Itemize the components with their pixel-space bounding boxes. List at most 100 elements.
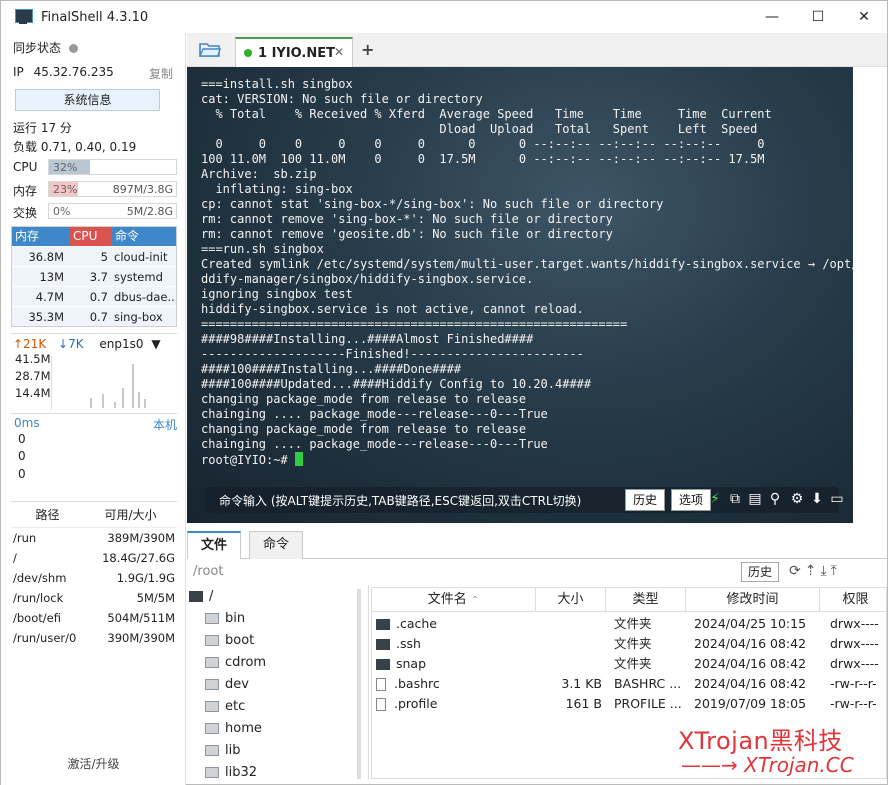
command-input-bar[interactable]: 命令输入 (按ALT键提示历史,TAB键路径,ESC键返回,双击CTRL切换) … xyxy=(205,487,844,513)
copy-icon[interactable]: ⧉ xyxy=(727,491,743,507)
terminal[interactable]: ===install.sh singbox cat: VERSION: No s… xyxy=(187,67,873,523)
command-input-hint[interactable]: 命令输入 (按ALT键提示历史,TAB键路径,ESC键返回,双击CTRL切换) xyxy=(219,492,581,509)
download-file-icon[interactable]: ⤓ xyxy=(820,563,826,579)
terminal-line: chainging .... package_mode---release---… xyxy=(201,407,548,421)
chevron-down-icon[interactable]: ▼ xyxy=(151,337,160,351)
copy-ip-button[interactable]: 复制 xyxy=(149,65,173,82)
history-button[interactable]: 历史 xyxy=(625,489,666,511)
cpu-bar: 32% xyxy=(48,159,177,175)
tree-item[interactable]: lib xyxy=(205,743,240,758)
download-rate: ↓7K xyxy=(58,337,84,351)
process-row[interactable]: 35.3M 0.7 sing-box xyxy=(12,306,176,326)
col-memory[interactable]: 内存 xyxy=(12,227,70,246)
latency-value: 0 xyxy=(18,432,26,446)
tree-item[interactable]: cdrom xyxy=(205,655,266,670)
file-row[interactable]: .cache 文件夹 2024/04/25 10:15 drwx---- xyxy=(372,614,886,634)
latency-host[interactable]: 本机 xyxy=(153,416,177,433)
tree-item[interactable]: dev xyxy=(205,677,249,692)
minimize-button[interactable]: — xyxy=(749,1,795,33)
maximize-button[interactable]: ☐ xyxy=(795,1,841,33)
net-tick: 14.4M xyxy=(15,386,51,400)
terminal-line: Created symlink /etc/systemd/system/mult… xyxy=(201,257,873,271)
sync-label: 同步状态 xyxy=(13,41,62,55)
add-tab-button[interactable]: + xyxy=(361,40,374,59)
activate-upgrade-link[interactable]: 激活/升级 xyxy=(1,755,186,772)
process-mem: 36.8M xyxy=(28,250,64,264)
gear-icon[interactable]: ⚙ xyxy=(789,491,805,507)
terminal-line: Dload Upload Total Spent Left Speed xyxy=(201,122,758,136)
col-filename[interactable]: 文件名 ⌃ xyxy=(372,588,536,612)
tree-item[interactable]: etc xyxy=(205,699,245,714)
file-size-text: 161 B xyxy=(565,696,602,711)
disk-size: 1.9G/1.9G xyxy=(116,571,175,585)
process-row[interactable]: 36.8M 5 cloud-init xyxy=(12,246,176,266)
col-permission[interactable]: 权限 xyxy=(820,588,886,612)
col-mtime[interactable]: 修改时间 xyxy=(686,588,820,612)
close-button[interactable]: ✕ xyxy=(841,1,887,33)
folder-icon xyxy=(189,591,203,602)
system-info-button[interactable]: 系统信息 xyxy=(15,89,160,111)
col-cpu[interactable]: CPU xyxy=(70,227,112,246)
folder-icon xyxy=(376,659,390,670)
tab-session[interactable]: 1 IYIO.NET ✕ xyxy=(235,37,353,67)
window-icon[interactable]: ▭ xyxy=(829,491,845,507)
file-permission-text: -rw-r--r- xyxy=(830,696,877,711)
interface-select[interactable]: enp1s0 xyxy=(99,337,143,351)
folder-icon xyxy=(205,767,219,778)
tab-files[interactable]: 文件 xyxy=(187,531,241,559)
file-mtime-text: 2024/04/25 10:15 xyxy=(694,616,807,631)
memory-label: 内存 xyxy=(13,184,38,198)
watermark-url: ——→ XTrojan.CC xyxy=(681,753,854,777)
process-row[interactable]: 13M 3.7 systemd xyxy=(12,266,176,286)
network-monitor: ↑21K ↓7K enp1s0 ▼ 41.5M 28.7M 14.4M xyxy=(11,333,177,411)
path-history-button[interactable]: 历史 xyxy=(741,562,780,582)
path-input[interactable]: /root xyxy=(191,562,731,582)
file-size-text: 3.1 KB xyxy=(561,676,602,691)
file-row[interactable]: .profile 161 B PROFILE ... 2019/07/09 18:05… xyxy=(372,694,886,714)
process-row[interactable]: 4.7M 0.7 dbus-dae... xyxy=(12,286,176,306)
col-size[interactable]: 大小 xyxy=(536,588,606,612)
folder-icon[interactable] xyxy=(199,41,221,58)
terminal-line: % Total % Received % Xferd Average Speed… xyxy=(201,107,772,121)
refresh-icon[interactable]: ⟳ xyxy=(789,563,801,579)
search-icon[interactable]: ⚲ xyxy=(767,491,783,507)
disk-row: /run/lock 5M/5M xyxy=(11,588,177,608)
download-icon[interactable]: ⬇ xyxy=(809,491,825,507)
file-name-text: .cache xyxy=(396,616,437,631)
traffic-spike xyxy=(102,394,104,408)
file-row[interactable]: .ssh 文件夹 2024/04/16 08:42 drwx---- xyxy=(372,634,886,654)
up-directory-icon[interactable]: ⇡ xyxy=(805,563,817,579)
uptime: 运行 17 分 xyxy=(13,121,72,135)
app-window: FinalShell 4.3.10 — ☐ ✕ 同步状态 IP 45.32.76… xyxy=(0,0,888,785)
file-name-text: .bashrc xyxy=(394,676,440,691)
sync-status: 同步状态 xyxy=(13,39,79,56)
disk-table-header: 路径 可用/大小 xyxy=(11,502,177,528)
file-row[interactable]: .bashrc 3.1 KB BASHRC ... 2024/04/16 08:42 -… xyxy=(372,674,886,694)
tree-item[interactable]: / xyxy=(189,589,213,604)
file-type: PROFILE ... xyxy=(614,694,684,714)
paste-icon[interactable]: ▤ xyxy=(747,491,763,507)
col-command[interactable]: 命令 xyxy=(112,227,176,246)
terminal-line: ddify-manager/singbox/hiddify-singbox.se… xyxy=(201,272,534,286)
traffic-spike xyxy=(138,392,140,408)
disk-size: 504M/511M xyxy=(107,611,175,625)
close-tab-icon[interactable]: ✕ xyxy=(334,45,344,59)
tree-item[interactable]: lib32 xyxy=(205,765,257,779)
tree-item[interactable]: bin xyxy=(205,611,245,626)
terminal-output: ===install.sh singbox cat: VERSION: No s… xyxy=(201,77,873,468)
options-button[interactable]: 选项 xyxy=(671,489,712,511)
tree-item[interactable]: home xyxy=(205,721,262,736)
file-row[interactable]: snap 文件夹 2024/04/16 08:42 drwx---- xyxy=(372,654,886,674)
tree-item[interactable]: boot xyxy=(205,633,254,648)
directory-tree: / bin boot cdrom dev etc home lib lib32 xyxy=(187,585,369,779)
lightning-icon[interactable]: ⚡ xyxy=(707,491,723,507)
tab-commands[interactable]: 命令 xyxy=(249,531,303,559)
process-table: 内存 CPU 命令 36.8M 5 cloud-init 13M 3.7 sys… xyxy=(11,226,177,327)
process-cmd: dbus-dae... xyxy=(114,290,176,304)
file-mtime-text: 2019/07/09 18:05 xyxy=(694,696,807,711)
col-type[interactable]: 类型 xyxy=(606,588,686,612)
status-panel: 同步状态 IP 45.32.76.235 复制 系统信息 运行 17 分 负载 … xyxy=(1,33,186,785)
tree-scrollbar[interactable] xyxy=(357,589,361,779)
file-type-text: BASHRC ... xyxy=(614,676,682,691)
upload-file-icon[interactable]: ⤒ xyxy=(831,563,837,579)
